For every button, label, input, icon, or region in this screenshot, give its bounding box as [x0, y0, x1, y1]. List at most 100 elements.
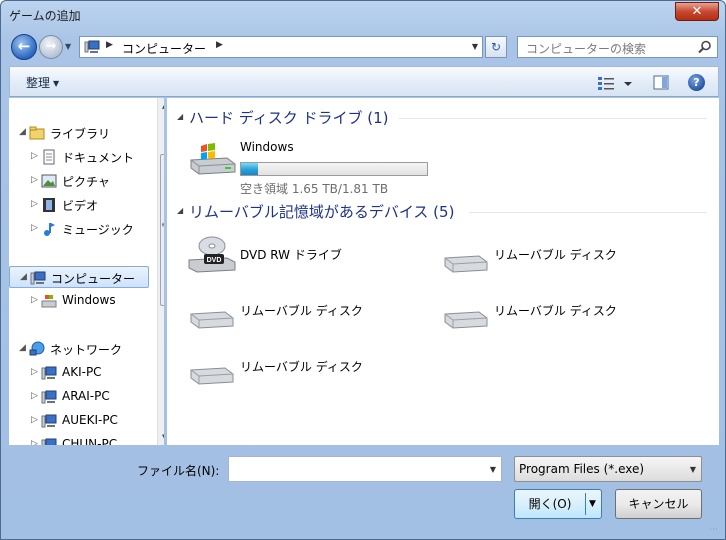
sidebar-item-label: コンピューター: [51, 272, 136, 286]
navigation-scrollbar[interactable]: ▲ ≡ ▼: [157, 98, 164, 445]
drive-removable-2[interactable]: リムーバブル ディスク: [187, 298, 427, 338]
dvd-drive-icon: DVD: [188, 236, 236, 273]
content-pane[interactable]: ◢ ハード ディスク ドライブ (1) Windows 空き領域 1.65 TB…: [167, 98, 719, 445]
filename-field[interactable]: ▼: [228, 456, 502, 482]
sidebar-item-AKI-PC[interactable]: ▷ AKI-PC: [9, 362, 149, 384]
drive-icon: [41, 293, 57, 309]
removable-disk-icon: [444, 255, 488, 273]
pictures-icon: [41, 173, 57, 189]
drive-dvd[interactable]: DVD DVD RW ドライブ: [187, 234, 427, 278]
expand-arrow-icon[interactable]: ▷: [31, 151, 38, 161]
group-header-hard-disks[interactable]: ◢ ハード ディスク ドライブ (1): [177, 106, 707, 130]
drive-removable-4[interactable]: リムーバブル ディスク: [187, 354, 427, 394]
documents-icon: [41, 149, 57, 165]
preview-pane-icon[interactable]: [652, 74, 670, 92]
pc-icon: [41, 389, 57, 405]
sidebar-item-ライブラリ[interactable]: ◢ ライブラリ: [9, 122, 149, 144]
recent-pages-dropdown-icon[interactable]: ▼: [65, 42, 71, 51]
open-options-dropdown-icon[interactable]: ▼: [589, 499, 596, 509]
address-bar[interactable]: ▶ コンピューター ▶ ▼: [79, 36, 483, 58]
back-button[interactable]: ←: [11, 34, 37, 60]
group-title: ハード ディスク ドライブ (1): [189, 109, 389, 127]
sidebar-item-label: ビデオ: [62, 199, 99, 213]
drive-removable-3[interactable]: リムーバブル ディスク: [441, 298, 681, 338]
expand-arrow-icon[interactable]: ▷: [31, 439, 38, 445]
expand-arrow-icon[interactable]: ▷: [31, 391, 38, 401]
pc-icon: [41, 365, 57, 381]
forward-button[interactable]: →: [39, 35, 63, 59]
breadcrumb-arrow-icon[interactable]: ▶: [106, 40, 113, 50]
help-icon[interactable]: ?: [688, 74, 705, 91]
close-button[interactable]: ✕: [675, 2, 719, 21]
sidebar-item-label: ライブラリ: [50, 127, 111, 141]
chevron-down-icon: ▼: [689, 465, 696, 474]
scroll-thumb[interactable]: [160, 154, 164, 306]
sidebar-item-ビデオ[interactable]: ▷ ビデオ: [9, 194, 149, 216]
sidebar-item-AUEKI-PC[interactable]: ▷ AUEKI-PC: [9, 410, 149, 432]
computer-icon: [30, 270, 46, 286]
pc-icon: [41, 413, 57, 429]
sidebar-item-ドキュメント[interactable]: ▷ ドキュメント: [9, 146, 149, 168]
pc-icon: [41, 437, 57, 445]
expand-arrow-icon[interactable]: ▷: [31, 295, 38, 305]
removable-disk-icon: [444, 311, 488, 329]
navigation-bar: ← → ▼ ▶ コンピューター ▶ ▼ ↻ コンピューターの検索: [1, 31, 725, 63]
filetype-select[interactable]: Program Files (*.exe) ▼: [514, 456, 702, 482]
collapse-arrow-icon[interactable]: ◢: [177, 112, 183, 121]
title-bar[interactable]: ゲームの追加 ✕: [1, 1, 725, 29]
windows-drive-icon: [190, 143, 236, 175]
sidebar-item-label: ARAI-PC: [62, 389, 110, 403]
navigation-pane[interactable]: ◢ ライブラリ ▷ ドキュメント ▷ ピクチャ ▷ ビデオ ▷ ミュージック ◢ コンピューター ▷ Wi…: [9, 98, 164, 445]
collapse-arrow-icon[interactable]: ◢: [19, 127, 26, 137]
sidebar-item-label: Windows: [62, 293, 116, 307]
removable-disk-icon: [190, 311, 234, 329]
breadcrumb-computer[interactable]: コンピューター: [122, 40, 206, 57]
collapse-arrow-icon[interactable]: ◢: [20, 272, 27, 282]
scroll-down-icon[interactable]: ▼: [162, 433, 164, 441]
drive-removable-1[interactable]: リムーバブル ディスク: [441, 242, 681, 282]
drive-windows[interactable]: Windows 空き領域 1.65 TB/1.81 TB: [187, 138, 447, 196]
group-divider: [469, 212, 707, 213]
sidebar-item-ミュージック[interactable]: ▷ ミュージック: [9, 218, 149, 240]
scroll-up-icon[interactable]: ▲: [162, 102, 164, 110]
sidebar-item-コンピューター[interactable]: ◢ コンピューター: [9, 266, 149, 288]
refresh-button[interactable]: ↻: [485, 36, 507, 58]
sidebar-item-ピクチャ[interactable]: ▷ ピクチャ: [9, 170, 149, 192]
sidebar-item-label: CHUN-PC: [62, 437, 118, 445]
search-placeholder: コンピューターの検索: [526, 42, 647, 56]
organize-button[interactable]: 整理 ▼: [26, 74, 59, 91]
sidebar-item-ARAI-PC[interactable]: ▷ ARAI-PC: [9, 386, 149, 408]
search-input[interactable]: コンピューターの検索: [517, 36, 718, 58]
resize-grip-icon[interactable]: ⋯: [709, 525, 718, 535]
expand-arrow-icon[interactable]: ▷: [31, 415, 38, 425]
split-divider: [585, 493, 586, 515]
chevron-down-icon[interactable]: ▼: [490, 465, 496, 474]
expand-arrow-icon[interactable]: ▷: [31, 223, 38, 233]
sidebar-item-label: ドキュメント: [62, 151, 135, 165]
collapse-arrow-icon[interactable]: ◢: [177, 206, 183, 215]
sidebar-item-ネットワーク[interactable]: ◢ ネットワーク: [9, 338, 149, 360]
change-view-button[interactable]: [596, 74, 636, 92]
expand-arrow-icon[interactable]: ▷: [31, 175, 38, 185]
sidebar-item-label: ミュージック: [62, 223, 134, 237]
breadcrumb-arrow-icon[interactable]: ▶: [216, 40, 223, 50]
cancel-button[interactable]: キャンセル: [615, 489, 702, 519]
sidebar-item-Windows[interactable]: ▷ Windows: [9, 290, 149, 312]
removable-disk-icon: [190, 367, 234, 385]
address-dropdown-icon[interactable]: ▼: [472, 42, 478, 51]
drive-label: DVD RW ドライブ: [240, 248, 342, 262]
sidebar-item-CHUN-PC[interactable]: ▷ CHUN-PC: [9, 434, 149, 445]
expand-arrow-icon[interactable]: ▷: [31, 367, 38, 377]
search-icon: [698, 40, 711, 54]
dialog-window: ゲームの追加 ✕ ← → ▼ ▶ コンピューター ▶ ▼ ↻ コンピューターの検…: [0, 0, 726, 540]
computer-icon: [84, 40, 100, 53]
open-split-button: 開く(O) ▼: [514, 489, 602, 519]
free-space-text: 空き領域 1.65 TB/1.81 TB: [240, 182, 389, 196]
open-button[interactable]: 開く(O): [515, 490, 585, 518]
expand-arrow-icon[interactable]: ▷: [31, 199, 38, 209]
command-bar: 整理 ▼ ?: [9, 66, 719, 97]
drive-label: Windows: [240, 140, 294, 154]
collapse-arrow-icon[interactable]: ◢: [19, 343, 26, 353]
group-header-removable[interactable]: ◢ リムーバブル記憶域があるデバイス (5): [177, 200, 707, 224]
filename-label: ファイル名(N):: [137, 464, 220, 478]
